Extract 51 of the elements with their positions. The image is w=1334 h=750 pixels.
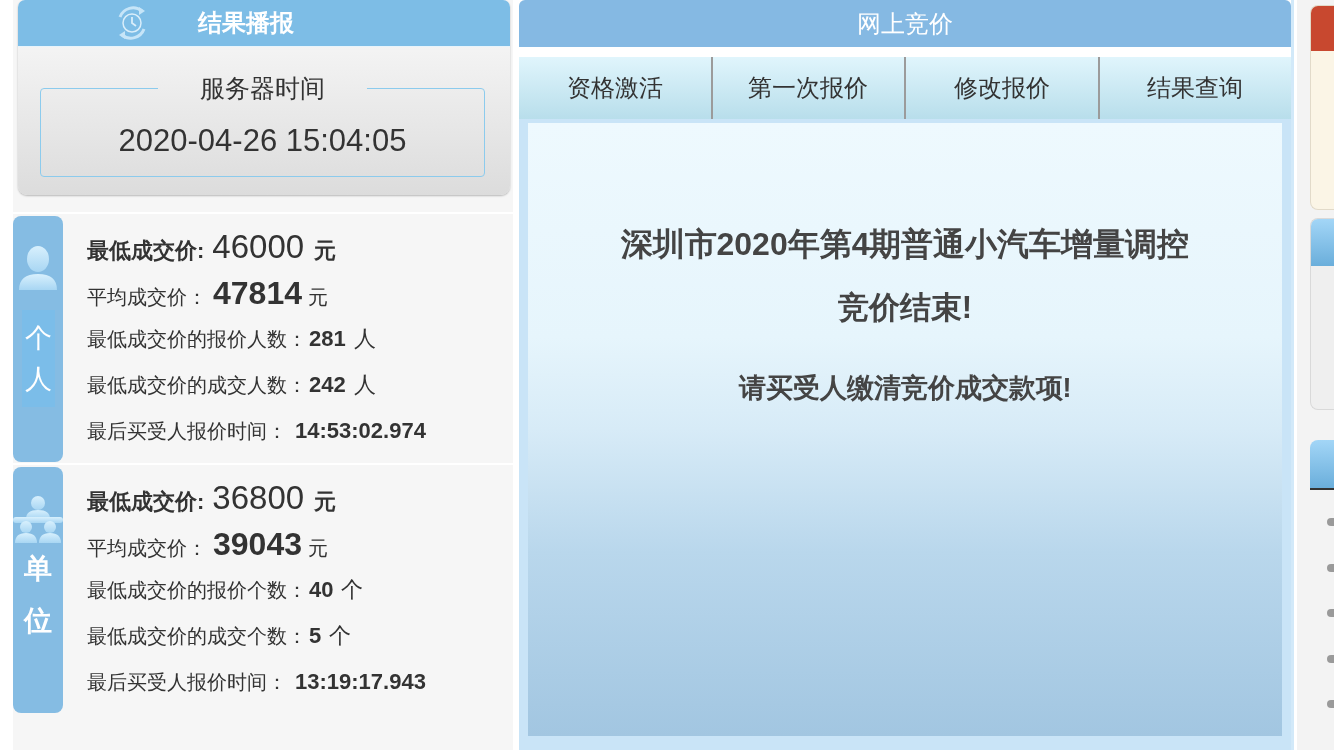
stat-value: 14:53:02.974 (295, 417, 426, 445)
stat-unit: 个 (329, 622, 352, 650)
stat-label: 最低成交价的报价个数： (87, 578, 307, 603)
stat-label: 最低成交价: (87, 488, 205, 516)
stat-value: 13:19:17.943 (295, 668, 426, 696)
stat-label: 最低成交价的成交个数： (87, 624, 307, 649)
notice-instruction: 请买受人缴清竞价成交款项! (737, 372, 1073, 405)
bullet-icon (1327, 563, 1334, 572)
bullet-icon (1327, 654, 1334, 663)
stat-unit: 元 (314, 488, 337, 516)
stat-unit: 元 (308, 285, 328, 310)
notice-heading: 深圳市2020年第4期普通小汽车增量调控 (619, 225, 1191, 264)
stat-unit: 人 (353, 325, 376, 353)
stat-label: 最低成交价的报价人数： (87, 327, 307, 352)
stat-value: 40 (309, 576, 334, 604)
bullet-icon (1327, 518, 1334, 526)
nav-tab[interactable]: 第一次报价 (710, 57, 904, 119)
category-label: 单位 (24, 552, 52, 638)
stat-value: 47814 (213, 274, 302, 313)
bullet-icon (1327, 700, 1334, 708)
nav-tab[interactable]: 结果查询 (1097, 57, 1291, 119)
stat-value: 242 (309, 371, 346, 399)
stat-value: 36800 (212, 478, 305, 518)
server-time-label: 服务器时间 (199, 73, 326, 103)
category-label: 个人 (21, 310, 55, 407)
nav-tab[interactable]: 修改报价 (904, 57, 1098, 119)
nav-tab[interactable]: 资格激活 (519, 57, 711, 119)
stat-label: 平均成交价： (87, 536, 207, 561)
card-header (1310, 440, 1334, 490)
stat-value: 5 (309, 622, 322, 650)
notice-status: 竞价结束! (836, 289, 974, 327)
stat-unit: 个 (341, 576, 364, 604)
panel-title: 网上竞价 (857, 8, 953, 39)
panel-title: 结果播报 (198, 8, 294, 38)
stat-value: 281 (309, 325, 346, 353)
stat-label: 最低成交价的成交人数： (87, 373, 307, 398)
stat-value: 46000 (212, 227, 305, 267)
stat-unit: 元 (308, 536, 328, 561)
bullet-icon (1327, 609, 1334, 617)
server-time: 2020-04-26 15:04:05 (117, 123, 408, 159)
stat-label: 最低成交价: (87, 237, 205, 265)
card-header (1311, 219, 1334, 266)
group-icon (13, 495, 63, 543)
stat-label: 最后买受人报价时间： (87, 670, 287, 695)
person-icon (17, 244, 59, 292)
card-header (1311, 6, 1334, 51)
stat-label: 平均成交价： (87, 285, 207, 310)
stat-unit: 人 (353, 371, 376, 399)
stat-label: 最后买受人报价时间： (87, 419, 287, 444)
stat-value: 39043 (213, 525, 302, 564)
stat-unit: 元 (314, 237, 337, 265)
